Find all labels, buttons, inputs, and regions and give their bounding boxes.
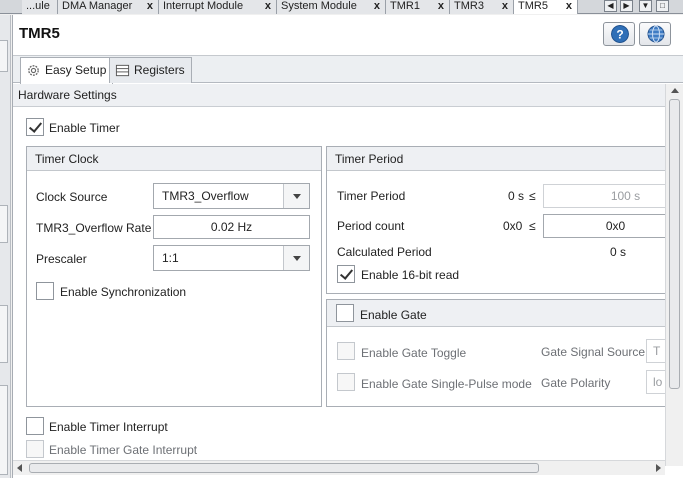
tab-system-module[interactable]: System Module x xyxy=(277,0,386,14)
tab-tmr5[interactable]: TMR5 x xyxy=(514,0,578,14)
gate-signal-source-dropdown[interactable]: T xyxy=(646,339,666,363)
scroll-tabs-right-icon[interactable]: ▶ xyxy=(620,0,633,12)
vertical-scroll-thumb[interactable] xyxy=(669,99,680,389)
enable-timer-interrupt-label: Enable Timer Interrupt xyxy=(49,420,168,434)
period-count-min: 0x0 xyxy=(503,219,523,233)
timer-period-min: 0 s xyxy=(508,189,525,203)
period-count-input[interactable]: 0x0 xyxy=(543,214,667,238)
timer-period-title: Timer Period xyxy=(327,147,665,171)
tab-label: TMR5 xyxy=(518,0,548,12)
tab-label: Registers xyxy=(134,63,185,77)
enable-gate-single-pulse-label: Enable Gate Single-Pulse mode xyxy=(361,377,532,391)
table-icon xyxy=(115,64,130,77)
enable-16bit-read-checkbox[interactable] xyxy=(337,265,355,283)
overflow-rate-field[interactable]: 0.02 Hz xyxy=(153,215,310,239)
timer-clock-group: Timer Clock Clock Source TMR3_Overflow T… xyxy=(26,146,322,407)
globe-icon xyxy=(647,25,665,43)
tab-label: Interrupt Module xyxy=(163,0,244,12)
enable-gate-toggle-label: Enable Gate Toggle xyxy=(361,346,467,360)
enable-16bit-read-label: Enable 16-bit read xyxy=(361,268,460,282)
period-count-label: Period count xyxy=(337,219,405,233)
enable-gate-single-pulse-checkbox[interactable] xyxy=(337,373,355,391)
period-count-less-equal: ≤ xyxy=(529,219,536,233)
adjacent-panel-segment xyxy=(0,385,8,475)
tab-label: ...ule xyxy=(26,0,50,12)
timer-period-input[interactable]: 100 s xyxy=(543,184,667,208)
chevron-down-icon xyxy=(283,184,309,208)
tab-dma-manager[interactable]: DMA Manager x xyxy=(58,0,159,14)
enable-timer-gate-interrupt-checkbox[interactable] xyxy=(26,440,44,458)
horizontal-scrollbar[interactable] xyxy=(13,460,665,475)
enable-timer-gate-interrupt-label: Enable Timer Gate Interrupt xyxy=(49,443,198,457)
timer-period-group: Timer Period Timer Period 0 s ≤ 100 s Pe… xyxy=(326,146,667,294)
close-icon[interactable]: x xyxy=(438,0,444,12)
enable-synchronization-checkbox[interactable] xyxy=(36,282,54,300)
adjacent-panel-segment xyxy=(0,205,8,243)
globe-button[interactable] xyxy=(639,22,671,46)
close-icon[interactable]: x xyxy=(374,0,380,12)
tab-tmr1[interactable]: TMR1 x xyxy=(386,0,450,14)
svg-text:?: ? xyxy=(616,28,623,42)
tab-easy-setup[interactable]: Easy Setup xyxy=(20,57,114,84)
tmr5-configuration-panel: TMR5 ? Easy Setup Registers Hardware Set… xyxy=(12,15,683,478)
tab-registers[interactable]: Registers xyxy=(109,57,192,83)
tab-module-truncated[interactable]: ...ule xyxy=(22,0,58,14)
tab-label: DMA Manager xyxy=(62,0,133,12)
maximize-icon[interactable]: □ xyxy=(656,0,669,12)
scroll-tabs-left-icon[interactable]: ◀ xyxy=(604,0,617,12)
adjacent-panel-segment xyxy=(0,40,8,72)
tab-interrupt-module[interactable]: Interrupt Module x xyxy=(159,0,277,14)
prescaler-label: Prescaler xyxy=(36,252,87,266)
prescaler-dropdown[interactable]: 1:1 xyxy=(153,245,310,271)
gate-polarity-label: Gate Polarity xyxy=(541,376,611,390)
enable-gate-checkbox[interactable] xyxy=(336,304,354,322)
tab-label: TMR3 xyxy=(454,0,484,12)
calculated-period-value: 0 s xyxy=(610,245,627,259)
scroll-left-icon[interactable] xyxy=(17,464,22,472)
gate-group: Enable Gate Enable Gate Toggle Gate Sign… xyxy=(326,299,666,407)
scroll-right-icon[interactable] xyxy=(656,464,661,472)
vertical-scrollbar[interactable] xyxy=(665,84,683,466)
enable-timer-checkbox[interactable] xyxy=(26,118,44,136)
clock-source-value: TMR3_Overflow xyxy=(162,189,249,203)
help-button[interactable]: ? xyxy=(603,22,635,46)
prescaler-value: 1:1 xyxy=(162,251,179,265)
tab-label: System Module xyxy=(281,0,357,12)
enable-synchronization-label: Enable Synchronization xyxy=(60,285,187,299)
view-tab-bar: Easy Setup Registers xyxy=(13,55,683,84)
tab-tmr3[interactable]: TMR3 x xyxy=(450,0,514,14)
help-icon: ? xyxy=(611,25,629,43)
timer-clock-title: Timer Clock xyxy=(27,147,321,171)
enable-timer-label: Enable Timer xyxy=(49,121,120,135)
calculated-period-label: Calculated Period xyxy=(337,245,432,259)
enable-gate-toggle-checkbox[interactable] xyxy=(337,342,355,360)
scroll-up-icon[interactable] xyxy=(671,88,679,93)
chevron-down-icon xyxy=(283,246,309,270)
enable-gate-label: Enable Gate xyxy=(360,308,427,322)
adjacent-panel-segment xyxy=(0,305,8,363)
hardware-settings-header: Hardware Settings xyxy=(13,84,665,107)
timer-period-less-equal: ≤ xyxy=(529,189,536,203)
timer-period-label: Timer Period xyxy=(337,189,406,203)
close-icon[interactable]: x xyxy=(502,0,508,12)
tab-list-dropdown-icon[interactable]: ▼ xyxy=(639,0,652,12)
gear-icon xyxy=(28,65,39,76)
close-icon[interactable]: x xyxy=(265,0,271,12)
gate-polarity-dropdown[interactable]: lo xyxy=(646,370,666,394)
tab-label: TMR1 xyxy=(390,0,420,12)
tab-label: Easy Setup xyxy=(45,63,107,77)
close-icon[interactable]: x xyxy=(147,0,153,12)
enable-timer-interrupt-checkbox[interactable] xyxy=(26,417,44,435)
clock-source-dropdown[interactable]: TMR3_Overflow xyxy=(153,183,310,209)
editor-tab-strip: ...ule DMA Manager x Interrupt Module x … xyxy=(0,0,683,14)
page-title: TMR5 xyxy=(19,25,60,42)
horizontal-scroll-thumb[interactable] xyxy=(29,463,539,473)
adjacent-panel-edge xyxy=(0,15,11,478)
clock-source-label: Clock Source xyxy=(36,190,108,204)
overflow-rate-label: TMR3_Overflow Rate xyxy=(36,221,152,235)
gate-signal-source-label: Gate Signal Source xyxy=(541,345,646,359)
close-icon[interactable]: x xyxy=(566,0,572,12)
